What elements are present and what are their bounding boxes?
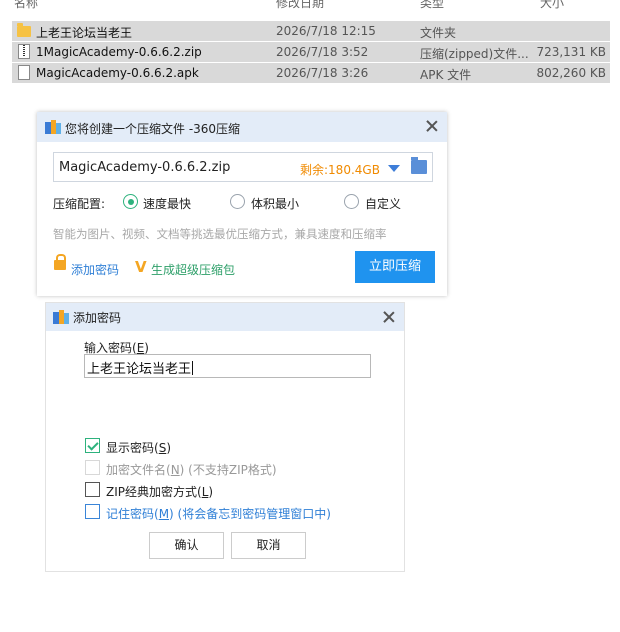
add-password-dialog: 添加密码 输入密码(E) 上老王论坛当老王 显示密码(S) 加密文件名(N) (… <box>45 302 405 572</box>
encrypt-filenames-label: 加密文件名(N) (不支持ZIP格式) <box>106 463 277 477</box>
zip-classic-encryption-label[interactable]: ZIP经典加密方式(L) <box>106 483 213 500</box>
password-input-value[interactable]: 上老王论坛当老王 <box>87 362 191 377</box>
compress-now-button[interactable]: 立即压缩 <box>355 251 435 283</box>
radio-fastest[interactable] <box>123 194 138 209</box>
zip-classic-encryption-checkbox[interactable] <box>85 482 100 497</box>
super-pack-link[interactable]: 生成超级压缩包 <box>151 261 235 278</box>
password-input[interactable]: 上老王论坛当老王 <box>84 354 371 378</box>
radio-custom-label[interactable]: 自定义 <box>365 195 401 212</box>
radio-smallest-label[interactable]: 体积最小 <box>251 195 299 212</box>
text-caret <box>192 361 194 375</box>
column-header-date[interactable]: 修改日期 <box>276 0 324 11</box>
close-icon[interactable] <box>426 120 438 132</box>
output-path-value[interactable]: MagicAcademy-0.6.6.2.zip <box>59 160 230 175</box>
file-size: 802,260 KB <box>536 66 606 80</box>
app-360-zip-icon <box>53 310 69 324</box>
file-row[interactable]: 1MagicAcademy-0.6.6.2.zip 2026/7/18 3:52… <box>12 42 610 62</box>
vip-v-icon: V <box>135 258 147 276</box>
folder-icon <box>17 23 31 37</box>
remember-password-checkbox[interactable] <box>85 504 100 519</box>
file-row[interactable]: 上老王论坛当老王 2026/7/18 12:15 文件夹 <box>12 21 610 41</box>
add-password-link[interactable]: 添加密码 <box>71 261 119 278</box>
close-icon[interactable] <box>383 311 395 323</box>
file-date: 2026/7/18 12:15 <box>276 24 376 38</box>
column-header-size[interactable]: 大小 <box>540 0 564 11</box>
password-dialog-title: 添加密码 <box>73 311 122 325</box>
file-type: 文件夹 <box>420 26 457 40</box>
zip-file-icon <box>18 44 30 59</box>
column-header-type[interactable]: 类型 <box>420 0 444 11</box>
file-list-header: 名称 修改日期 类型 大小 <box>0 0 620 10</box>
ok-button[interactable]: 确认 <box>149 532 224 559</box>
lock-icon[interactable] <box>54 254 66 270</box>
radio-smallest[interactable] <box>230 194 245 209</box>
dropdown-arrow-icon[interactable] <box>388 165 400 172</box>
browse-folder-icon[interactable] <box>411 157 427 174</box>
file-size: 723,131 KB <box>536 45 606 59</box>
password-dialog-title-bar[interactable]: 添加密码 <box>46 303 404 331</box>
remember-password-label[interactable]: 记住密码(M) (将会备忘到密码管理窗口中) <box>106 505 331 522</box>
file-type: APK 文件 <box>420 68 472 82</box>
file-date: 2026/7/18 3:26 <box>276 66 369 80</box>
column-header-name[interactable]: 名称 <box>14 0 38 11</box>
cancel-button[interactable]: 取消 <box>231 532 306 559</box>
free-space-label: 剩余:180.4GB <box>300 163 380 177</box>
show-password-checkbox[interactable] <box>85 438 100 453</box>
radio-fastest-label[interactable]: 速度最快 <box>143 195 191 212</box>
encrypt-filenames-checkbox <box>85 460 100 475</box>
app-360-zip-icon <box>45 120 61 134</box>
compress-dialog-title: 您将创建一个压缩文件 -360压缩 <box>65 122 241 136</box>
file-date: 2026/7/18 3:52 <box>276 45 369 59</box>
file-name: MagicAcademy-0.6.6.2.apk <box>36 66 199 80</box>
show-password-label[interactable]: 显示密码(S) <box>106 439 171 456</box>
file-row[interactable]: MagicAcademy-0.6.6.2.apk 2026/7/18 3:26 … <box>12 63 610 83</box>
output-path-field[interactable]: MagicAcademy-0.6.6.2.zip 剩余:180.4GB <box>53 152 433 182</box>
file-name: 上老王论坛当老王 <box>36 26 133 40</box>
compress-dialog-title-bar[interactable]: 您将创建一个压缩文件 -360压缩 <box>37 112 447 142</box>
file-type: 压缩(zipped)文件... <box>420 47 529 61</box>
radio-custom[interactable] <box>344 194 359 209</box>
apk-file-icon <box>18 65 30 80</box>
compress-config-label: 压缩配置: <box>53 197 106 211</box>
file-list: 名称 修改日期 类型 大小 上老王论坛当老王 2026/7/18 12:15 文… <box>0 0 620 90</box>
file-name: 1MagicAcademy-0.6.6.2.zip <box>36 45 202 59</box>
compress-hint-text: 智能为图片、视频、文档等挑选最优压缩方式，兼具速度和压缩率 <box>53 227 387 241</box>
compress-dialog: 您将创建一个压缩文件 -360压缩 MagicAcademy-0.6.6.2.z… <box>37 112 447 296</box>
